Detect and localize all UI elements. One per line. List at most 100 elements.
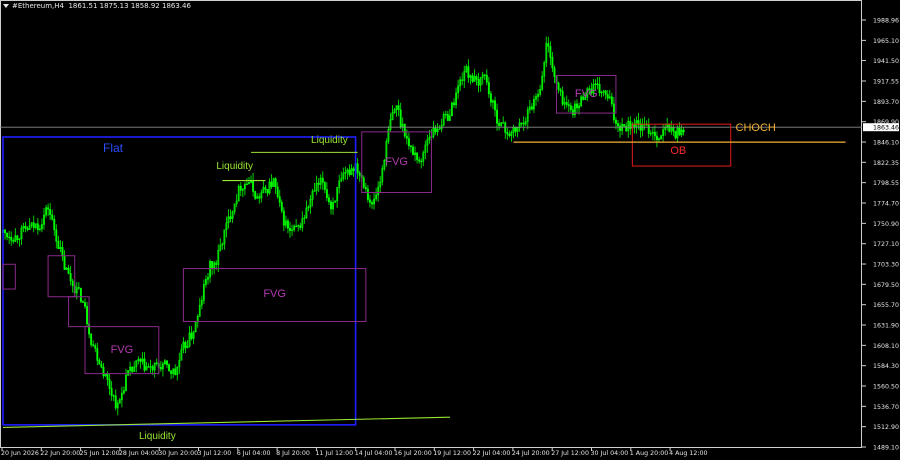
price-chart[interactable]: 1988.961965.101941.501917.551893.701869.… (0, 0, 900, 460)
candle-body (168, 364, 171, 371)
candle-body (323, 182, 326, 190)
candle-body (258, 196, 261, 199)
candle-body (565, 102, 568, 105)
candle-body (280, 202, 283, 212)
x-tick-label: 30 Jun 20:00 (158, 450, 198, 457)
candle-body (102, 366, 105, 377)
candle-body (79, 287, 82, 302)
candle-body (410, 145, 412, 148)
y-tick-label: 1774.70 (873, 201, 899, 208)
y-tick-label: 1584.30 (873, 363, 899, 370)
y-tick-label: 1727.10 (873, 241, 899, 248)
candle-body (522, 122, 525, 125)
candle-body (159, 366, 162, 370)
candle-body (264, 187, 267, 190)
candle-body (674, 130, 677, 139)
candle-body (672, 126, 675, 132)
candle-body (530, 106, 533, 110)
x-tick-label: 28 Jun 04:00 (119, 450, 159, 457)
y-tick-label: 1560.50 (873, 384, 899, 391)
candle-body (190, 332, 193, 339)
y-tick-label: 1893.70 (873, 99, 899, 106)
x-tick-label: 19 Jul 12:00 (433, 450, 471, 457)
candle-body (487, 82, 490, 95)
candle-body (82, 301, 84, 303)
y-tick-label: 1846.10 (873, 140, 899, 147)
candle-body (100, 364, 103, 368)
candle-body (461, 79, 464, 81)
y-tick-label: 1917.55 (873, 79, 899, 86)
candle-body (90, 333, 93, 345)
candle-body (508, 133, 511, 136)
candle-body (184, 341, 187, 348)
candle-body (325, 189, 328, 198)
candle-body (299, 225, 302, 228)
candle-body (498, 123, 501, 126)
candle-body (576, 103, 578, 109)
candle-body (668, 124, 671, 132)
candle-body (647, 124, 650, 134)
candle-body (47, 207, 50, 210)
x-tick-label: 4 Aug 12:00 (669, 450, 707, 457)
candle-body (139, 358, 142, 362)
candle-body (77, 287, 80, 289)
candle-body (483, 74, 486, 76)
candle-body (557, 82, 560, 90)
candle-body (567, 104, 570, 107)
candle-body (656, 135, 658, 141)
candle-body (282, 210, 285, 226)
candle-body (612, 103, 615, 121)
candle-body (477, 79, 480, 86)
candle-body (61, 247, 64, 257)
y-tick-label: 1703.30 (873, 262, 899, 269)
candle-body (444, 113, 447, 116)
candle-body (434, 127, 437, 133)
symbol-label: #Ethereum,H4 (12, 2, 65, 10)
candle-body (211, 261, 214, 269)
x-axis: 20 Jun 2026 22 Jun 20:00 25 Jun 12:00 28 Ju… (1, 448, 708, 457)
candle-body (67, 267, 70, 274)
candle-body (92, 344, 95, 346)
dropdown-triangle-icon[interactable] (3, 4, 9, 8)
y-tick-label: 1750.90 (873, 221, 899, 228)
zone-label: OB (670, 144, 687, 157)
candle-body (467, 66, 470, 78)
candle-body (151, 366, 154, 371)
candle-body (453, 102, 455, 106)
x-tick-label: 3 Jul 12:00 (198, 450, 232, 457)
candle-body (6, 232, 9, 238)
candle-body (84, 302, 86, 307)
candle-body (418, 159, 421, 162)
candle-body (278, 196, 281, 203)
candle-body (330, 201, 332, 210)
candle-body (412, 146, 414, 156)
candle-body (598, 84, 601, 93)
plot-border (0, 0, 862, 448)
candle-body (496, 109, 499, 124)
candle-body (489, 93, 492, 103)
x-tick-label: 14 Jul 04:00 (355, 450, 393, 457)
candle-body (549, 46, 552, 58)
candle-body (604, 90, 607, 95)
candle-body (485, 74, 488, 83)
candle-body (63, 255, 66, 270)
x-tick-label: 11 Jul 12:00 (315, 450, 353, 457)
x-tick-label: 1 Aug 20:00 (630, 450, 668, 457)
candle-body (96, 348, 99, 361)
zone-label: FVG (110, 343, 134, 356)
candle-body (569, 105, 572, 111)
zone-label: FVG (385, 155, 408, 168)
x-tick-label: 6 Jul 04:00 (237, 450, 271, 457)
candle-body (8, 236, 11, 239)
candle-body (610, 96, 613, 105)
y-tick-label: 1536.70 (873, 404, 899, 411)
y-tick-label: 1941.50 (873, 58, 899, 65)
candle-body (55, 229, 58, 242)
y-tick-label: 1608.10 (873, 343, 899, 350)
y-tick-label: 1822.35 (873, 160, 899, 167)
candle-body (399, 109, 402, 128)
candle-body (371, 202, 373, 205)
candle-body (596, 83, 599, 85)
y-axis: 1988.961965.101941.501917.551893.701869.… (862, 18, 899, 452)
candle-body (619, 125, 621, 131)
